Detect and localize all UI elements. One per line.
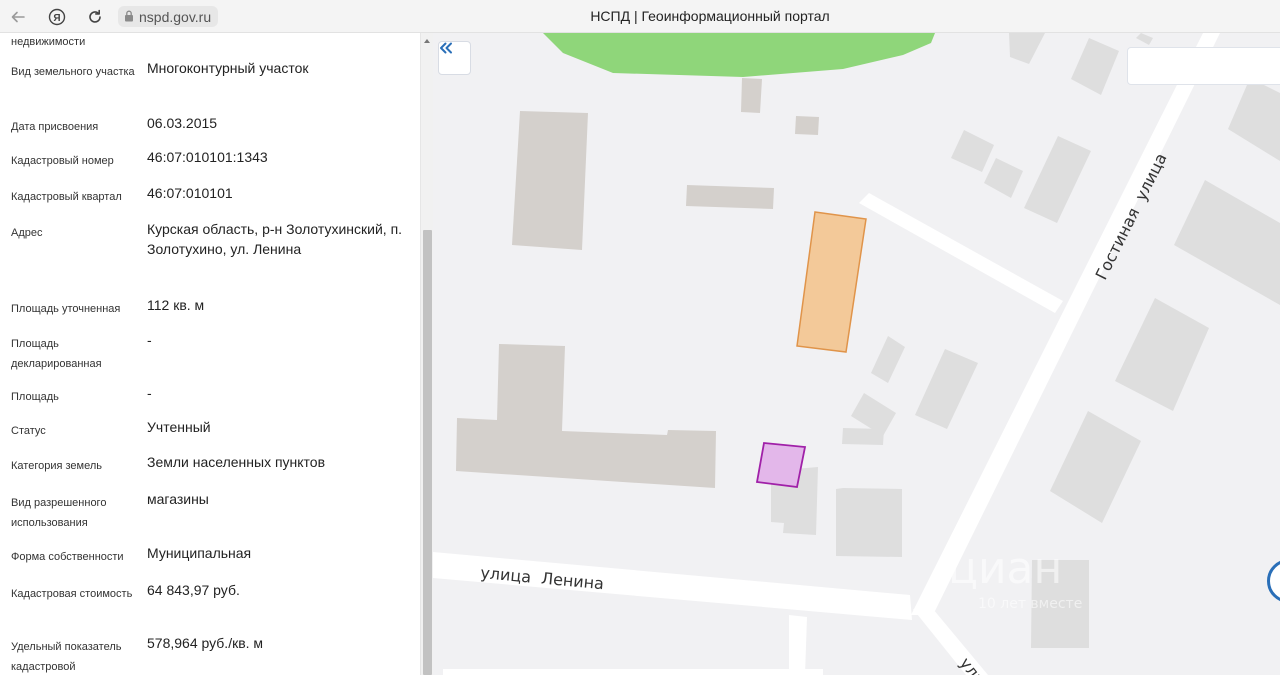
svg-text:Я: Я — [53, 13, 60, 24]
reload-icon[interactable] — [83, 5, 107, 29]
field-value: - — [147, 332, 152, 348]
field-value: 112 кв. м — [147, 297, 205, 313]
field-label: Площадь декларированная — [11, 338, 102, 370]
field-value: 46:07:010101 — [147, 185, 233, 201]
url-text: nspd.gov.ru — [139, 8, 212, 25]
field-label: Кадастровый квартал — [11, 191, 122, 203]
cadastral-parcel-highlighted[interactable] — [796, 211, 867, 353]
watermark-logo: циан — [948, 543, 1062, 594]
map-search-box[interactable] — [1127, 47, 1280, 85]
field-value: - — [147, 385, 152, 401]
field-value: Курская область, р-н Золотухинский, п. З… — [147, 221, 403, 257]
back-arrow-icon[interactable] — [6, 5, 30, 29]
map-bottom-bar — [443, 669, 823, 675]
field-value: Муниципальная — [147, 545, 252, 561]
field-label: Кадастровый номер — [11, 155, 114, 167]
field-label: Дата присвоения — [11, 121, 99, 133]
scrollbar-thumb[interactable] — [423, 230, 432, 675]
watermark-subtitle: 10 лет вместе — [978, 596, 1082, 612]
yandex-logo-icon[interactable]: Я — [45, 5, 69, 29]
field-label: Категория земель — [11, 460, 102, 472]
field-value: Учтенный — [147, 419, 211, 435]
field-label: Вид земельного участка — [11, 66, 135, 78]
field-label-cut: недвижимости — [11, 36, 86, 48]
scroll-up-arrow-icon[interactable] — [424, 39, 430, 43]
field-label: Адрес — [11, 227, 43, 239]
field-value: магазины — [147, 491, 209, 507]
map-canvas[interactable]: улица Ленина Гостиная улица ули циан 10 … — [433, 33, 1280, 675]
cadastral-parcel-selected[interactable] — [755, 442, 807, 488]
field-value: 06.03.2015 — [147, 115, 218, 131]
field-label: Форма собственности — [11, 551, 124, 563]
field-label: Площадь — [11, 391, 59, 403]
object-info-panel: недвижимости Вид земельного участка Много… — [0, 33, 420, 675]
field-label: Удельный показатель кадастровой — [11, 641, 122, 673]
lock-icon — [124, 9, 134, 25]
field-label: Кадастровая стоимость — [11, 588, 133, 600]
field-label: Площадь уточненная — [11, 303, 121, 315]
field-value: Земли населенных пунктов — [147, 454, 326, 470]
panel-scrollbar[interactable] — [420, 33, 433, 675]
map-view[interactable]: улица Ленина Гостиная улица ули циан 10 … — [433, 33, 1280, 675]
park-area — [543, 33, 935, 77]
street-label-gostinaya: Гостиная улица — [1092, 150, 1171, 283]
double-chevron-left-icon — [440, 42, 452, 54]
collapse-panel-button[interactable] — [438, 41, 471, 75]
address-bar[interactable]: nspd.gov.ru — [118, 6, 219, 27]
buildings — [456, 33, 1280, 648]
field-value: Многоконтурный участок — [147, 60, 309, 76]
field-label: Вид разрешенного использования — [11, 497, 107, 529]
field-label: Статус — [11, 425, 46, 437]
field-value: 46:07:010101:1343 — [147, 149, 268, 165]
field-value: 578,964 руб./кв. м — [147, 635, 264, 651]
field-value: 64 843,97 руб. — [147, 582, 240, 598]
browser-toolbar: Я nspd.gov.ru НСПД | Геоинформационный п… — [0, 0, 1280, 33]
